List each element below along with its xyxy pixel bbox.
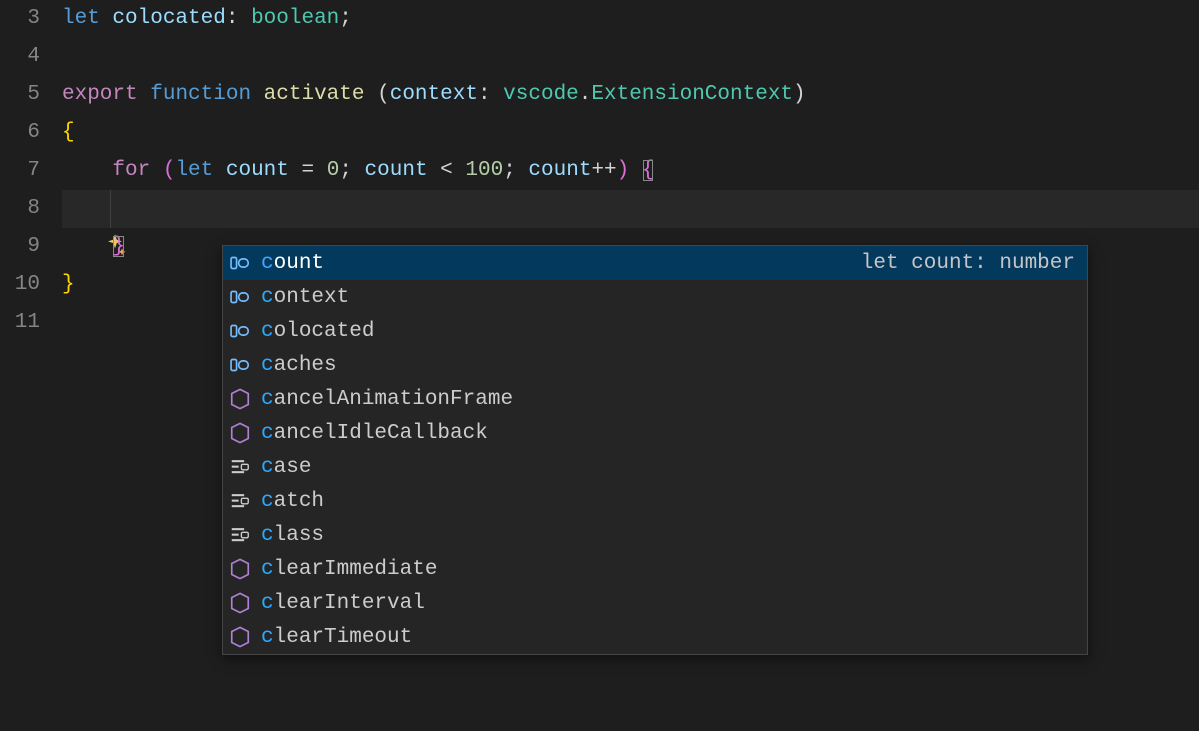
brace-open: { <box>642 159 655 182</box>
method-icon <box>227 388 253 410</box>
lparen: ( <box>163 159 176 182</box>
suggestion-item[interactable]: cancelIdleCallback <box>223 416 1087 450</box>
suggestion-item[interactable]: colocated <box>223 314 1087 348</box>
rparen: ) <box>617 159 630 182</box>
suggestion-item[interactable]: clearTimeout <box>223 620 1087 654</box>
code-line[interactable]: export function activate (context: vscod… <box>62 76 1199 114</box>
brace-open: { <box>62 121 75 144</box>
line-number: 4 <box>0 38 40 76</box>
suggestion-item[interactable]: case <box>223 450 1087 484</box>
suggestion-label: class <box>261 524 324 547</box>
dot: . <box>579 83 592 106</box>
line-number: 11 <box>0 304 40 342</box>
code-line[interactable]: for (let count = 0; count < 100; count++… <box>62 152 1199 190</box>
number: 100 <box>465 159 503 182</box>
suggestion-item[interactable]: caches <box>223 348 1087 382</box>
intellisense-suggest-widget[interactable]: count let count: number context colocated ca… <box>222 245 1088 655</box>
suggestion-label: case <box>261 456 311 479</box>
variable: count <box>365 159 428 182</box>
variable-icon <box>227 252 253 274</box>
namespace: vscode <box>503 83 579 106</box>
keyword-export: export <box>62 83 138 106</box>
method-icon <box>227 592 253 614</box>
brace-close: } <box>112 235 125 258</box>
op-inc: ++ <box>591 159 616 182</box>
line-number-gutter: 3 4 5 6 7 8 9 10 11 <box>0 0 62 731</box>
suggestion-label: catch <box>261 490 324 513</box>
code-line[interactable]: let colocated: boolean; <box>62 0 1199 38</box>
rparen: ) <box>793 83 806 106</box>
variable-icon <box>227 286 253 308</box>
line-number: 7 <box>0 152 40 190</box>
variable-icon <box>227 354 253 376</box>
code-line[interactable]: { <box>62 114 1199 152</box>
colon: : <box>226 7 239 30</box>
parameter: context <box>390 83 478 106</box>
op-eq: = <box>302 159 315 182</box>
suggestion-label: caches <box>261 354 337 377</box>
method-icon <box>227 626 253 648</box>
keyword-let: let <box>62 7 100 30</box>
op-lt: < <box>440 159 453 182</box>
suggestion-label: cancelAnimationFrame <box>261 388 513 411</box>
keyword-function: function <box>150 83 251 106</box>
type: ExtensionContext <box>591 83 793 106</box>
number: 0 <box>327 159 340 182</box>
variable-icon <box>227 320 253 342</box>
colon: : <box>478 83 491 106</box>
keyword-icon <box>227 456 253 478</box>
semicolon: ; <box>339 159 352 182</box>
code-line[interactable] <box>62 38 1199 76</box>
keyword-let: let <box>175 159 213 182</box>
type: boolean <box>251 7 339 30</box>
function-name: activate <box>264 83 365 106</box>
keyword-icon <box>227 524 253 546</box>
variable: count <box>528 159 591 182</box>
suggestion-item[interactable]: catch <box>223 484 1087 518</box>
variable: count <box>226 159 289 182</box>
line-number: 5 <box>0 76 40 114</box>
lparen: ( <box>365 83 390 106</box>
semicolon: ; <box>503 159 516 182</box>
keyword-for: for <box>112 159 150 182</box>
line-number: 6 <box>0 114 40 152</box>
suggestion-label: count <box>261 252 324 275</box>
suggestion-item[interactable]: cancelAnimationFrame <box>223 382 1087 416</box>
suggestion-label: clearTimeout <box>261 626 412 649</box>
suggestion-label: clearInterval <box>261 592 425 615</box>
suggestion-item[interactable]: clearInterval <box>223 586 1087 620</box>
brace-close: } <box>62 273 75 296</box>
method-icon <box>227 558 253 580</box>
suggestion-item[interactable]: class <box>223 518 1087 552</box>
line-number: 3 <box>0 0 40 38</box>
keyword-icon <box>227 490 253 512</box>
suggestion-label: colocated <box>261 320 374 343</box>
suggestion-detail: let count: number <box>861 252 1083 275</box>
code-line-current[interactable]: c <box>62 190 1199 228</box>
variable: colocated <box>112 7 225 30</box>
sparkle-icon[interactable] <box>0 194 28 222</box>
suggestion-item[interactable]: context <box>223 280 1087 314</box>
suggestion-item[interactable]: clearImmediate <box>223 552 1087 586</box>
suggestion-item[interactable]: count let count: number <box>223 246 1087 280</box>
suggestion-label: cancelIdleCallback <box>261 422 488 445</box>
suggestion-label: context <box>261 286 349 309</box>
suggestion-label: clearImmediate <box>261 558 437 581</box>
method-icon <box>227 422 253 444</box>
semicolon: ; <box>339 7 352 30</box>
